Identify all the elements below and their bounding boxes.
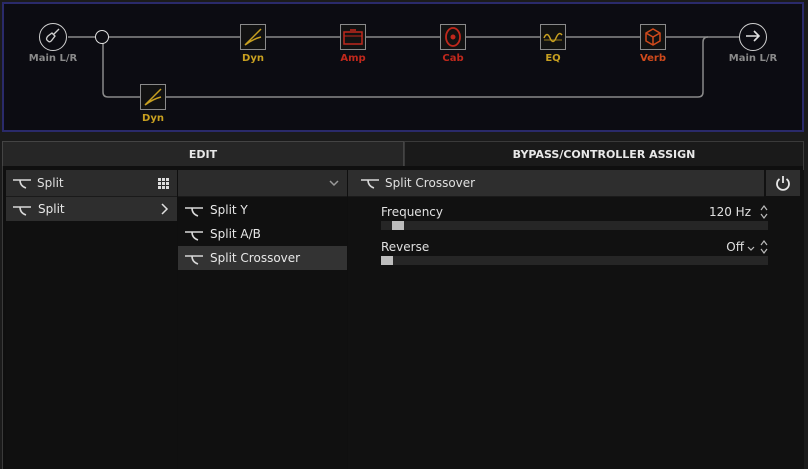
frequency-stepper[interactable] — [760, 205, 768, 219]
category-column: Split Split — [6, 170, 177, 469]
category-header-label: Split — [37, 176, 64, 190]
category-header: Split — [6, 170, 177, 197]
output-arrow-icon[interactable] — [739, 23, 767, 51]
editor-title: Split Crossover — [385, 176, 476, 190]
frequency-label: Frequency — [381, 205, 443, 219]
split-icon — [185, 207, 203, 217]
block-cab[interactable] — [440, 24, 466, 50]
model-dropdown[interactable] — [178, 170, 347, 197]
block-verb[interactable] — [640, 24, 666, 50]
eq-icon — [543, 32, 563, 43]
reverse-label: Reverse — [381, 240, 430, 254]
model-item-split-y[interactable]: Split Y — [178, 198, 347, 222]
cab-icon — [445, 27, 461, 47]
tab-bypass-controller-assign[interactable]: BYPASS/CONTROLLER ASSIGN — [404, 141, 804, 166]
tab-edit[interactable]: EDIT — [2, 141, 404, 166]
model-item-split-crossover[interactable]: Split Crossover — [178, 246, 347, 270]
reverse-slider-thumb[interactable] — [381, 256, 393, 265]
block-cab-label: Cab — [442, 53, 464, 64]
dynamics-icon — [244, 28, 262, 46]
reverse-slider[interactable] — [381, 256, 768, 265]
split-icon — [185, 255, 203, 265]
block-amp[interactable] — [340, 24, 366, 50]
model-item-label: Split A/B — [210, 227, 261, 241]
signal-chain: Main L/R Dyn Amp Cab EQ Verb Main L/R Dy… — [2, 2, 804, 132]
frequency-slider[interactable] — [381, 221, 768, 230]
split-icon — [361, 179, 379, 189]
reverse-value[interactable]: Off — [664, 240, 744, 254]
block-dyn-lower-label: Dyn — [142, 113, 164, 124]
model-item-split-ab[interactable]: Split A/B — [178, 222, 347, 246]
block-verb-label: Verb — [639, 53, 667, 64]
block-dyn-label: Dyn — [242, 53, 264, 64]
parameter-editor: Split Crossover Frequency 120 Hz Reverse… — [348, 170, 804, 469]
block-dyn[interactable] — [240, 24, 266, 50]
output-label: Main L/R — [728, 53, 778, 64]
block-eq[interactable] — [540, 24, 566, 50]
model-column: Split Y Split A/B Split Crossover — [178, 170, 347, 469]
frequency-slider-thumb[interactable] — [392, 221, 405, 230]
category-item-label: Split — [38, 202, 65, 216]
block-eq-label: EQ — [545, 53, 561, 64]
model-item-label: Split Y — [210, 203, 248, 217]
input-label: Main L/R — [28, 53, 78, 64]
power-button[interactable] — [766, 170, 800, 196]
signal-lines — [68, 36, 739, 98]
grid-icon[interactable] — [158, 178, 169, 189]
chevron-right-icon — [161, 203, 169, 215]
split-icon — [13, 206, 31, 216]
input-guitar-icon[interactable] — [39, 23, 67, 51]
model-item-label: Split Crossover — [210, 251, 301, 265]
category-item-split[interactable]: Split — [6, 197, 177, 221]
split-icon — [185, 231, 203, 241]
dynamics-icon — [144, 88, 162, 106]
caret-down-icon — [747, 246, 755, 251]
power-icon — [776, 176, 790, 191]
reverb-icon — [645, 28, 661, 46]
chevron-down-icon — [329, 180, 339, 187]
reverse-stepper[interactable] — [760, 240, 768, 254]
block-amp-label: Amp — [340, 53, 366, 64]
block-dyn-lower[interactable] — [140, 84, 166, 110]
editor-header: Split Crossover — [348, 170, 764, 197]
frequency-value[interactable]: 120 Hz — [671, 205, 751, 219]
split-icon — [13, 179, 31, 189]
split-node[interactable] — [95, 30, 109, 44]
amp-icon — [343, 29, 363, 45]
